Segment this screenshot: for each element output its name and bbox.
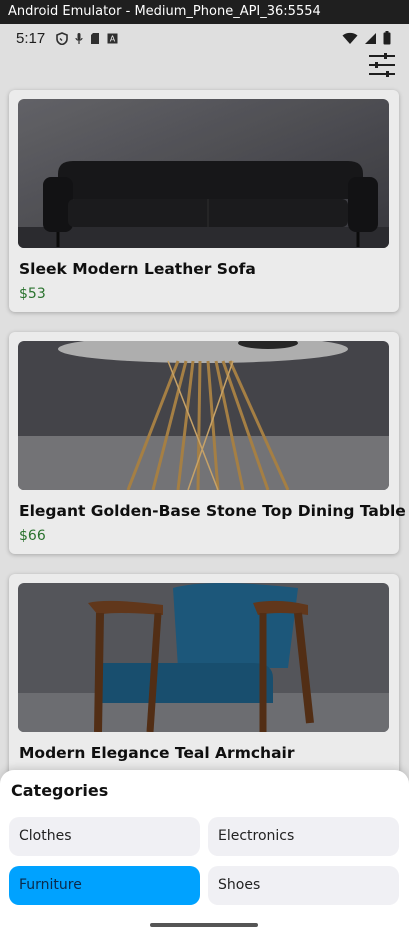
product-card[interactable]: Sleek Modern Leather Sofa $53 — [9, 90, 399, 312]
mic-icon — [75, 33, 83, 44]
product-price: $53 — [19, 286, 46, 302]
product-title: Elegant Golden-Base Stone Top Dining Tab… — [19, 502, 406, 520]
sheet-title: Categories — [11, 781, 109, 800]
phone-screen: 5:17 A Sleek Modern Leather Sofa $53 Ele… — [0, 24, 409, 937]
product-image-armchair — [18, 583, 389, 732]
product-card[interactable]: Elegant Golden-Base Stone Top Dining Tab… — [9, 332, 406, 554]
emulator-title: Android Emulator - Medium_Phone_API_36:5… — [8, 4, 321, 19]
keyboard-icon: A — [107, 33, 118, 44]
sliders-icon[interactable] — [367, 52, 397, 78]
product-image-sofa — [18, 99, 389, 248]
category-chip-shoes[interactable]: Shoes — [208, 866, 399, 905]
product-title: Sleek Modern Leather Sofa — [19, 260, 256, 278]
svg-text:A: A — [110, 35, 116, 44]
categories-bottom-sheet: Categories Clothes Electronics Furniture… — [0, 770, 409, 937]
category-chip-electronics[interactable]: Electronics — [208, 817, 399, 856]
wifi-icon — [342, 32, 358, 44]
signal-icon — [365, 32, 376, 44]
status-bar: 5:17 A — [0, 24, 409, 54]
product-title: Modern Elegance Teal Armchair — [19, 744, 295, 762]
shield-icon — [56, 32, 68, 45]
home-indicator[interactable] — [150, 923, 258, 927]
emulator-title-bar: Android Emulator - Medium_Phone_API_36:5… — [0, 0, 409, 24]
product-price: $66 — [19, 528, 46, 544]
category-chip-furniture[interactable]: Furniture — [9, 866, 200, 905]
product-image-table — [18, 341, 389, 490]
status-time: 5:17 — [16, 30, 46, 47]
product-card[interactable]: Modern Elegance Teal Armchair — [9, 574, 399, 796]
battery-icon — [383, 31, 391, 45]
sd-card-icon — [91, 33, 99, 44]
category-chip-clothes[interactable]: Clothes — [9, 817, 200, 856]
